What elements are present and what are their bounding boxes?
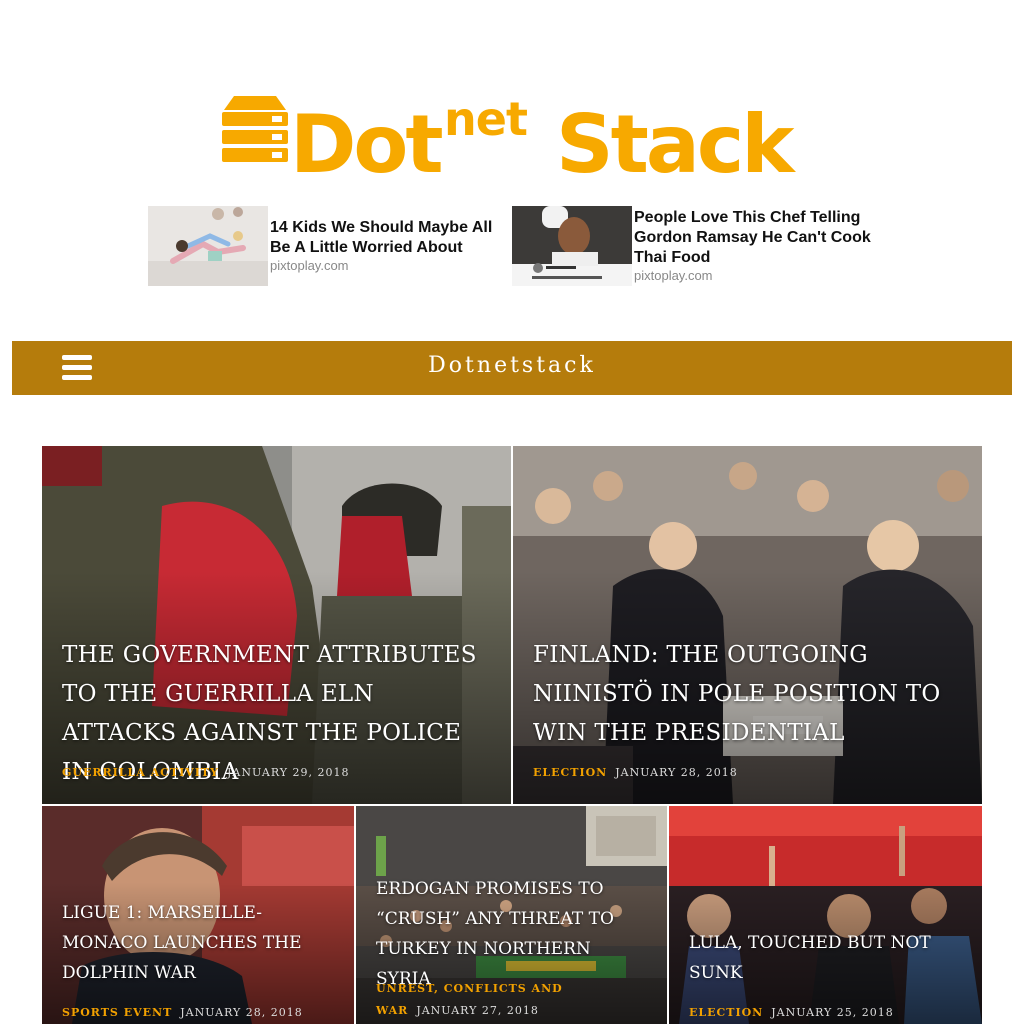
article-card-marseille[interactable]: Ligue 1: Marseille-Monaco launches the d…: [42, 806, 354, 1024]
article-category[interactable]: Sports Event: [62, 1006, 172, 1019]
ad-title[interactable]: People Love This Chef Telling Gordon Ram…: [634, 208, 882, 268]
sponsored-ad-kids[interactable]: 14 Kids We Should Maybe All Be A Little …: [148, 206, 498, 286]
ad-source: pixtoplay.com: [270, 258, 349, 273]
ad-thumbnail-dolls: [148, 206, 268, 286]
article-card-finland[interactable]: Finland: the outgoing Niinistö in pole p…: [513, 446, 982, 804]
article-headline[interactable]: Ligue 1: Marseille-Monaco launches the d…: [62, 898, 336, 988]
ad-text-block: People Love This Chef Telling Gordon Ram…: [634, 208, 882, 283]
article-category[interactable]: Guerrilla Activity: [62, 766, 219, 779]
article-date: January 28, 2018: [180, 1006, 303, 1019]
ad-text-block: 14 Kids We Should Maybe All Be A Little …: [270, 218, 498, 273]
site-logo[interactable]: Dot net Stack: [218, 92, 808, 191]
article-meta: Election January 28, 2018: [533, 762, 970, 784]
article-headline[interactable]: Finland: the outgoing Niinistö in pole p…: [533, 636, 964, 753]
article-headline[interactable]: Lula, touched but not sunk: [689, 928, 964, 988]
article-meta: Guerrilla Activity January 29, 2018: [62, 762, 499, 784]
image-overlay: [669, 806, 982, 1024]
ad-source: pixtoplay.com: [634, 268, 713, 283]
sponsored-ad-chef[interactable]: People Love This Chef Telling Gordon Ram…: [512, 206, 882, 286]
article-headline[interactable]: Erdogan promises to “crush” any threat t…: [376, 874, 649, 994]
article-meta: Election January 25, 2018: [689, 1002, 970, 1024]
article-date: January 27, 2018: [416, 1004, 539, 1017]
article-category[interactable]: Election: [689, 1006, 763, 1019]
article-date: January 25, 2018: [771, 1006, 894, 1019]
logo-text-net: net: [444, 92, 528, 146]
article-card-eln[interactable]: The Government attributes to the guerril…: [42, 446, 511, 804]
main-navbar: Dotnetstack: [12, 341, 1012, 395]
nav-site-title[interactable]: Dotnetstack: [12, 353, 1012, 378]
article-card-lula[interactable]: Lula, touched but not sunk Election Janua…: [669, 806, 982, 1024]
article-meta: Sports Event January 28, 2018: [62, 1002, 342, 1024]
article-category[interactable]: Election: [533, 766, 607, 779]
article-date: January 28, 2018: [615, 766, 738, 779]
ad-title[interactable]: 14 Kids We Should Maybe All Be A Little …: [270, 218, 498, 258]
ad-thumbnail-chef: [512, 206, 632, 286]
server-stack-icon: [222, 96, 288, 162]
logo-text-dot: Dot: [290, 98, 444, 191]
article-date: January 29, 2018: [226, 766, 350, 779]
article-meta: Unrest, Conflicts and War January 27, 201…: [376, 978, 655, 1022]
article-card-erdogan[interactable]: Erdogan promises to “crush” any threat t…: [356, 806, 667, 1024]
logo-text-stack: Stack: [556, 98, 794, 191]
